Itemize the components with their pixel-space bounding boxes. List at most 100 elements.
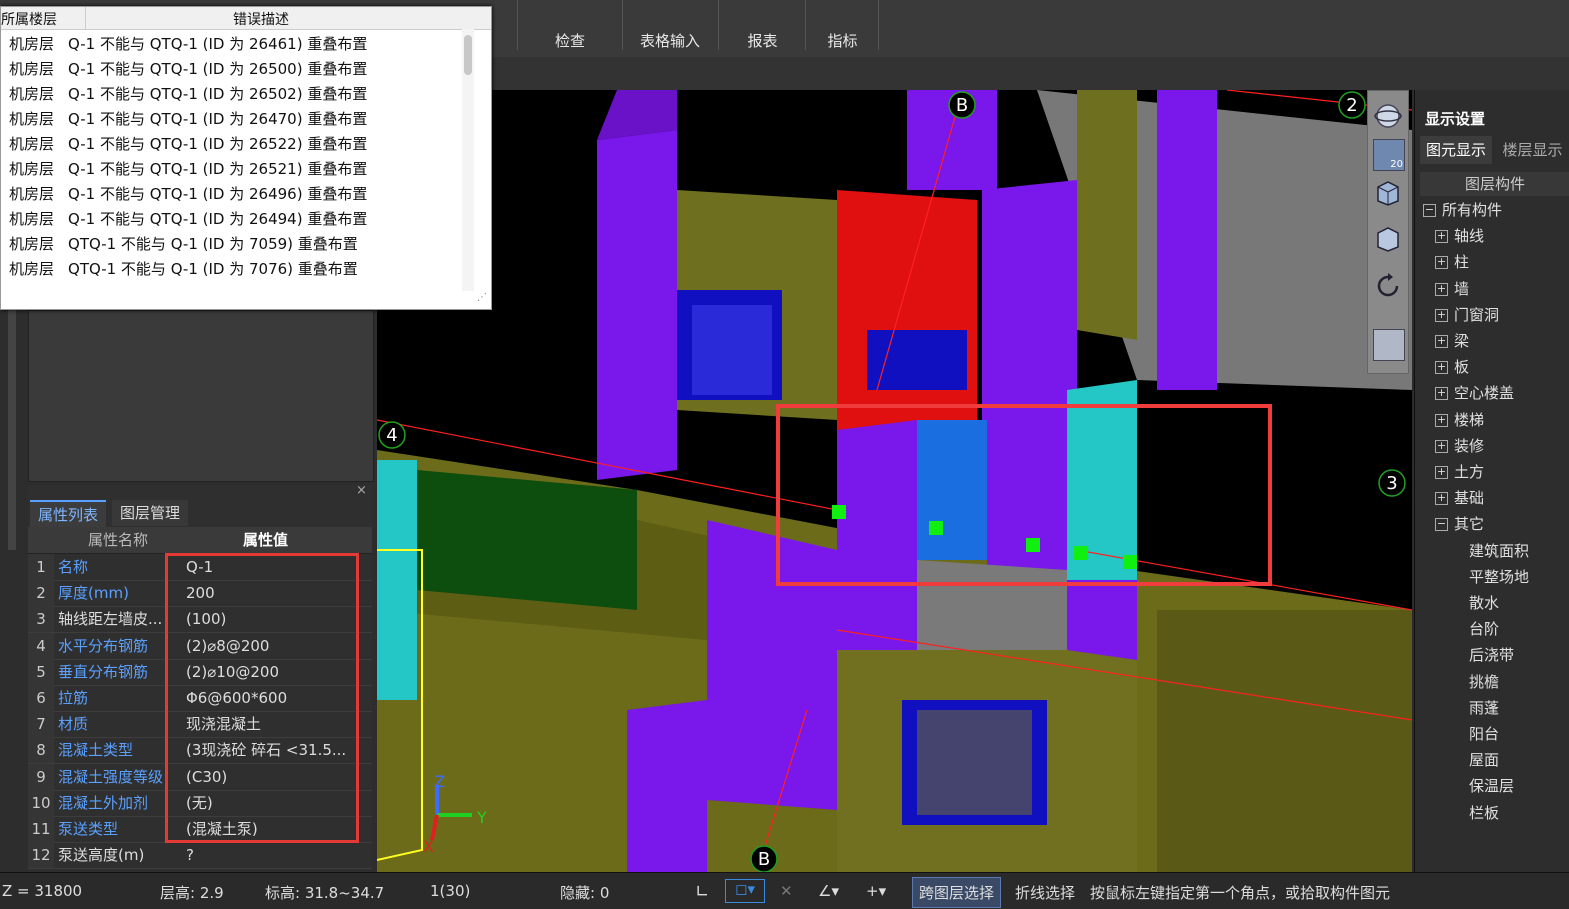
- ribbon-separator: [878, 0, 879, 50]
- expand-icon[interactable]: +: [1435, 413, 1448, 427]
- tree-item-label: 装修: [1454, 436, 1485, 455]
- error-row[interactable]: 机房层 Q-1 不能与 QTQ-1 (ID 为 26522) 重叠布置: [9, 132, 367, 157]
- tree-item-label: 土方: [1454, 463, 1485, 481]
- error-row[interactable]: 机房层 Q-1 不能与 QTQ-1 (ID 为 26521) 重叠布置: [9, 157, 367, 182]
- property-row[interactable]: 12 泵送高度(m)?: [28, 842, 372, 870]
- expand-icon[interactable]: +: [1435, 492, 1448, 506]
- tree-item[interactable]: + 梁: [1435, 328, 1469, 354]
- error-floor: 机房层: [9, 35, 55, 53]
- tree-item-label: 楼梯: [1454, 410, 1485, 429]
- tree-item[interactable]: + 空心楼盖: [1435, 380, 1514, 406]
- angle-icon[interactable]: ∠▾: [818, 882, 839, 900]
- grip-point[interactable]: [1074, 546, 1088, 560]
- expand-icon[interactable]: +: [1435, 439, 1448, 453]
- tree-item[interactable]: + 土方: [1435, 459, 1484, 485]
- expand-icon[interactable]: +: [1435, 256, 1448, 270]
- tree-item[interactable]: + 装修: [1435, 433, 1484, 459]
- close-icon[interactable]: ×: [356, 483, 367, 498]
- tree-item[interactable]: 平整场地: [1469, 564, 1529, 590]
- property-value[interactable]: ?: [186, 842, 356, 868]
- rotate-icon[interactable]: [1373, 271, 1403, 301]
- tab-property-list[interactable]: 属性列表: [30, 500, 107, 528]
- grip-point[interactable]: [929, 521, 943, 535]
- error-description: Q-1 不能与 QTQ-1 (ID 为 26494) 重叠布置: [68, 210, 368, 228]
- tree-item[interactable]: 阳台: [1469, 721, 1499, 747]
- expand-icon[interactable]: +: [1435, 387, 1448, 401]
- tree-item[interactable]: − 其它: [1435, 511, 1484, 537]
- resize-grip-icon[interactable]: ⋰: [477, 293, 487, 303]
- tree-item[interactable]: + 楼梯: [1435, 407, 1484, 433]
- tree-item[interactable]: 屋面: [1469, 747, 1499, 773]
- col-floor-header[interactable]: 所属楼层: [1, 9, 57, 29]
- tree-item[interactable]: + 柱: [1435, 249, 1469, 275]
- grip-point[interactable]: [832, 505, 846, 519]
- snap-icon[interactable]: ◻▾: [725, 879, 765, 903]
- 2d-view-icon[interactable]: 20: [1373, 139, 1405, 171]
- tree-item[interactable]: 台阶: [1469, 616, 1499, 642]
- collapse-icon[interactable]: −: [1435, 518, 1448, 532]
- tree-item[interactable]: 保温层: [1469, 773, 1514, 799]
- axis-label: 2: [1346, 95, 1357, 116]
- tree-item[interactable]: 散水: [1469, 590, 1499, 616]
- cross-snap-icon[interactable]: ✕: [780, 882, 793, 900]
- ribbon-group-check[interactable]: 检查: [530, 30, 610, 54]
- ribbon-separator: [517, 0, 518, 50]
- tree-header: 图层构件: [1420, 172, 1569, 196]
- tree-item[interactable]: 挑檐: [1469, 669, 1499, 695]
- ortho-icon[interactable]: ∟: [695, 882, 709, 902]
- ribbon-group-indicator[interactable]: 指标: [810, 30, 875, 54]
- grip-point[interactable]: [1026, 538, 1040, 552]
- cross-layer-select-button[interactable]: 跨图层选择: [912, 877, 1002, 908]
- tab-layer-management[interactable]: 图层管理: [112, 500, 189, 526]
- tab-floor-display[interactable]: 楼层显示: [1495, 136, 1569, 164]
- error-description: QTQ-1 不能与 Q-1 (ID 为 7076) 重叠布置: [68, 260, 358, 278]
- expand-icon[interactable]: +: [1435, 308, 1448, 322]
- col-desc-header[interactable]: 错误描述: [233, 9, 289, 29]
- expand-icon[interactable]: +: [1435, 335, 1448, 348]
- tree-item[interactable]: + 墙: [1435, 276, 1469, 302]
- collapse-icon[interactable]: −: [1423, 204, 1436, 217]
- orbit-icon[interactable]: [1373, 101, 1403, 131]
- expand-icon[interactable]: +: [1435, 361, 1448, 375]
- expand-icon[interactable]: +: [1435, 230, 1448, 244]
- error-row[interactable]: 机房层 Q-1 不能与 QTQ-1 (ID 为 26502) 重叠布置: [9, 82, 367, 107]
- error-floor: 机房层: [9, 210, 55, 228]
- polyline-select-button[interactable]: 折线选择: [1015, 882, 1075, 903]
- tree-item[interactable]: + 板: [1435, 354, 1469, 380]
- ribbon-group-table-input[interactable]: 表格输入: [630, 30, 710, 54]
- 3d-viewport[interactable]: B 2 4 3 B Z Y X: [377, 90, 1412, 872]
- error-row[interactable]: 机房层 Q-1 不能与 QTQ-1 (ID 为 26494) 重叠布置: [9, 207, 367, 232]
- grid-view-icon[interactable]: [1373, 329, 1405, 361]
- tree-item[interactable]: 后浇带: [1469, 642, 1514, 668]
- error-row[interactable]: 机房层 Q-1 不能与 QTQ-1 (ID 为 26500) 重叠布置: [9, 57, 367, 82]
- ribbon-group-report[interactable]: 报表: [725, 30, 800, 54]
- window-glass: [692, 305, 772, 395]
- error-scrollbar[interactable]: [462, 29, 474, 291]
- tree-item[interactable]: + 轴线: [1435, 223, 1484, 249]
- offset-icon[interactable]: +▾: [866, 882, 886, 900]
- error-description: Q-1 不能与 QTQ-1 (ID 为 26470) 重叠布置: [68, 110, 368, 128]
- 3d-box-icon[interactable]: [1373, 177, 1403, 207]
- tree-item[interactable]: 栏板: [1469, 800, 1499, 826]
- error-row[interactable]: 机房层 QTQ-1 不能与 Q-1 (ID 为 7076) 重叠布置: [9, 257, 358, 282]
- scroll-thumb[interactable]: [464, 35, 472, 75]
- error-row[interactable]: 机房层 Q-1 不能与 QTQ-1 (ID 为 26461) 重叠布置: [9, 32, 367, 57]
- tree-item[interactable]: 雨蓬: [1469, 695, 1499, 721]
- error-row[interactable]: 机房层 Q-1 不能与 QTQ-1 (ID 为 26470) 重叠布置: [9, 107, 367, 132]
- grip-point[interactable]: [1123, 555, 1137, 569]
- tab-element-display[interactable]: 图元显示: [1420, 136, 1492, 164]
- column-purple: [982, 180, 1077, 430]
- tree-item[interactable]: − 所有构件: [1423, 197, 1502, 223]
- tree-item[interactable]: 建筑面积: [1469, 538, 1529, 564]
- tree-item-label: 门窗洞: [1454, 305, 1500, 324]
- wall-green: [417, 470, 637, 610]
- expand-icon[interactable]: +: [1435, 466, 1448, 479]
- error-row[interactable]: 机房层 QTQ-1 不能与 Q-1 (ID 为 7059) 重叠布置: [9, 232, 358, 257]
- tree-item[interactable]: + 门窗洞: [1435, 302, 1499, 328]
- error-row[interactable]: 机房层 Q-1 不能与 QTQ-1 (ID 为 26496) 重叠布置: [9, 182, 367, 207]
- expand-icon[interactable]: +: [1435, 282, 1448, 296]
- property-table-header: 属性名称 属性值: [28, 527, 372, 554]
- tree-item[interactable]: + 基础: [1435, 485, 1484, 511]
- error-description: Q-1 不能与 QTQ-1 (ID 为 26500) 重叠布置: [68, 60, 368, 78]
- cube-view-icon[interactable]: [1373, 223, 1403, 253]
